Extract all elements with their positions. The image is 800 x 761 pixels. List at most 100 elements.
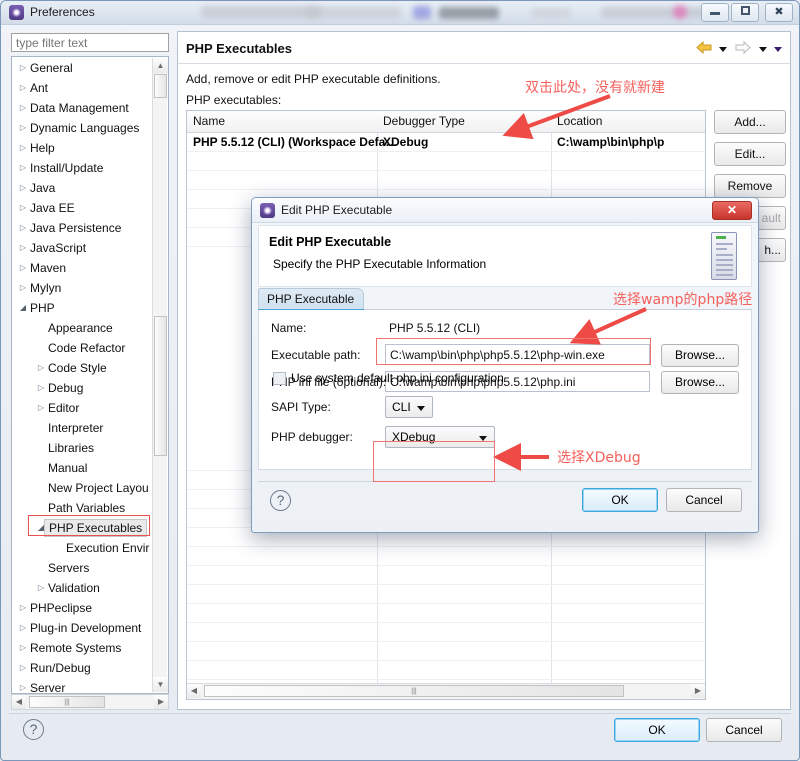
chevron-down-icon[interactable]	[16, 298, 30, 318]
back-arrow-icon[interactable]	[695, 40, 712, 57]
php-debugger-select[interactable]: XDebug	[385, 426, 495, 448]
preferences-tree[interactable]: General Ant Data Management Dynamic Languag…	[11, 56, 169, 694]
back-dropdown-icon[interactable]	[718, 46, 727, 52]
chevron-right-icon[interactable]	[16, 198, 30, 218]
search-input[interactable]	[11, 33, 169, 52]
table-row[interactable]	[187, 171, 705, 190]
sidebar-item-libraries[interactable]: Libraries	[12, 437, 168, 457]
sidebar-item-ant[interactable]: Ant	[12, 77, 168, 97]
sidebar-item-data-management[interactable]: Data Management	[12, 97, 168, 117]
sidebar-item-run-debug[interactable]: Run/Debug	[12, 657, 168, 677]
sidebar-item-java-persistence[interactable]: Java Persistence	[12, 217, 168, 237]
chevron-right-icon[interactable]	[16, 258, 30, 278]
tree-vertical-scrollbar[interactable]: ▲ ▼	[152, 58, 168, 692]
sidebar-item-php[interactable]: PHP	[12, 297, 168, 317]
table-hscroll-thumb[interactable]: |||	[204, 685, 624, 697]
browse-ini-button[interactable]: Browse...	[661, 371, 739, 394]
dialog-cancel-button[interactable]: Cancel	[666, 488, 742, 512]
scroll-right-icon[interactable]: ▶	[691, 684, 705, 698]
sidebar-item-editor[interactable]: Editor	[12, 397, 168, 417]
sidebar-item-install-update[interactable]: Install/Update	[12, 157, 168, 177]
sidebar-item-remote-systems[interactable]: Remote Systems	[12, 637, 168, 657]
sidebar-item-maven[interactable]: Maven	[12, 257, 168, 277]
chevron-right-icon[interactable]	[16, 118, 30, 138]
sidebar-item-general[interactable]: General	[12, 57, 168, 77]
minimize-button[interactable]	[701, 3, 729, 22]
maximize-button[interactable]	[731, 3, 759, 22]
tree-horizontal-scrollbar[interactable]: ◀ ||| ▶	[11, 694, 169, 710]
sidebar-item-plug-in-development[interactable]: Plug-in Development	[12, 617, 168, 637]
add-button[interactable]: Add...	[714, 110, 786, 134]
scroll-down-icon[interactable]: ▼	[153, 677, 168, 692]
chevron-right-icon[interactable]	[16, 178, 30, 198]
sidebar-item-path-variables[interactable]: Path Variables	[12, 497, 168, 517]
chevron-right-icon[interactable]	[16, 78, 30, 98]
table-row[interactable]	[187, 585, 705, 604]
column-header-debugger[interactable]: Debugger Type	[383, 114, 465, 128]
table-row[interactable]	[187, 642, 705, 661]
chevron-right-icon[interactable]	[16, 238, 30, 258]
tree-scroll-thumb[interactable]	[154, 316, 167, 456]
chevron-right-icon[interactable]	[16, 598, 30, 618]
table-row[interactable]	[187, 547, 705, 566]
sidebar-item-help[interactable]: Help	[12, 137, 168, 157]
menu-dropdown-icon[interactable]	[774, 46, 782, 52]
table-row[interactable]	[187, 661, 705, 680]
close-button[interactable]: ✖	[765, 3, 793, 22]
scroll-right-icon[interactable]: ▶	[154, 695, 168, 709]
sidebar-item-dynamic-languages[interactable]: Dynamic Languages	[12, 117, 168, 137]
sidebar-item-execution-envir[interactable]: Execution Envir	[12, 537, 168, 557]
sidebar-item-code-style[interactable]: Code Style	[12, 357, 168, 377]
sidebar-item-javascript[interactable]: JavaScript	[12, 237, 168, 257]
tab-php-executable[interactable]: PHP Executable	[258, 288, 364, 310]
scroll-left-icon[interactable]: ◀	[12, 695, 26, 709]
forward-arrow-icon[interactable]	[735, 40, 752, 57]
table-row[interactable]	[187, 604, 705, 623]
sidebar-item-debug[interactable]: Debug	[12, 377, 168, 397]
ok-button[interactable]: OK	[614, 718, 700, 742]
sidebar-item-validation[interactable]: Validation	[12, 577, 168, 597]
chevron-right-icon[interactable]	[16, 158, 30, 178]
cancel-button[interactable]: Cancel	[706, 718, 782, 742]
chevron-right-icon[interactable]	[16, 218, 30, 238]
chevron-right-icon[interactable]	[16, 678, 30, 693]
sidebar-item-server[interactable]: Server	[12, 677, 168, 693]
hscroll-thumb[interactable]: |||	[29, 696, 105, 708]
use-system-default-checkbox[interactable]	[273, 372, 286, 385]
chevron-right-icon[interactable]	[16, 98, 30, 118]
chevron-right-icon[interactable]	[34, 578, 48, 598]
edit-button[interactable]: Edit...	[714, 142, 786, 166]
sidebar-item-java[interactable]: Java	[12, 177, 168, 197]
sidebar-item-manual[interactable]: Manual	[12, 457, 168, 477]
remove-button[interactable]: Remove	[714, 174, 786, 198]
chevron-right-icon[interactable]	[34, 398, 48, 418]
sidebar-item-appearance[interactable]: Appearance	[12, 317, 168, 337]
chevron-right-icon[interactable]	[16, 638, 30, 658]
tree-scroll-thumb-top[interactable]	[154, 74, 167, 98]
table-row[interactable]	[187, 566, 705, 585]
sidebar-item-java-ee[interactable]: Java EE	[12, 197, 168, 217]
table-horizontal-scrollbar[interactable]: ◀ ||| ▶	[187, 683, 705, 699]
column-header-name[interactable]: Name	[193, 114, 225, 128]
table-row[interactable]	[187, 152, 705, 171]
chevron-right-icon[interactable]	[16, 58, 30, 78]
sidebar-item-phpeclipse[interactable]: PHPeclipse	[12, 597, 168, 617]
dialog-ok-button[interactable]: OK	[582, 488, 658, 512]
name-field[interactable]: PHP 5.5.12 (CLI)	[385, 318, 733, 339]
sidebar-item-new-project-layou[interactable]: New Project Layou	[12, 477, 168, 497]
forward-dropdown-icon[interactable]	[758, 46, 767, 52]
sidebar-item-interpreter[interactable]: Interpreter	[12, 417, 168, 437]
chevron-right-icon[interactable]	[16, 618, 30, 638]
help-icon[interactable]: ?	[23, 719, 44, 740]
sidebar-item-code-refactor[interactable]: Code Refactor	[12, 337, 168, 357]
browse-executable-button[interactable]: Browse...	[661, 344, 739, 367]
chevron-right-icon[interactable]	[16, 278, 30, 298]
dialog-help-icon[interactable]: ?	[270, 490, 291, 511]
sidebar-item-servers[interactable]: Servers	[12, 557, 168, 577]
chevron-right-icon[interactable]	[34, 378, 48, 398]
scroll-left-icon[interactable]: ◀	[187, 684, 201, 698]
table-row[interactable]: PHP 5.5.12 (CLI) (Workspace Defa… XDebug…	[187, 133, 705, 152]
chevron-right-icon[interactable]	[16, 138, 30, 158]
sidebar-item-mylyn[interactable]: Mylyn	[12, 277, 168, 297]
table-row[interactable]	[187, 623, 705, 642]
